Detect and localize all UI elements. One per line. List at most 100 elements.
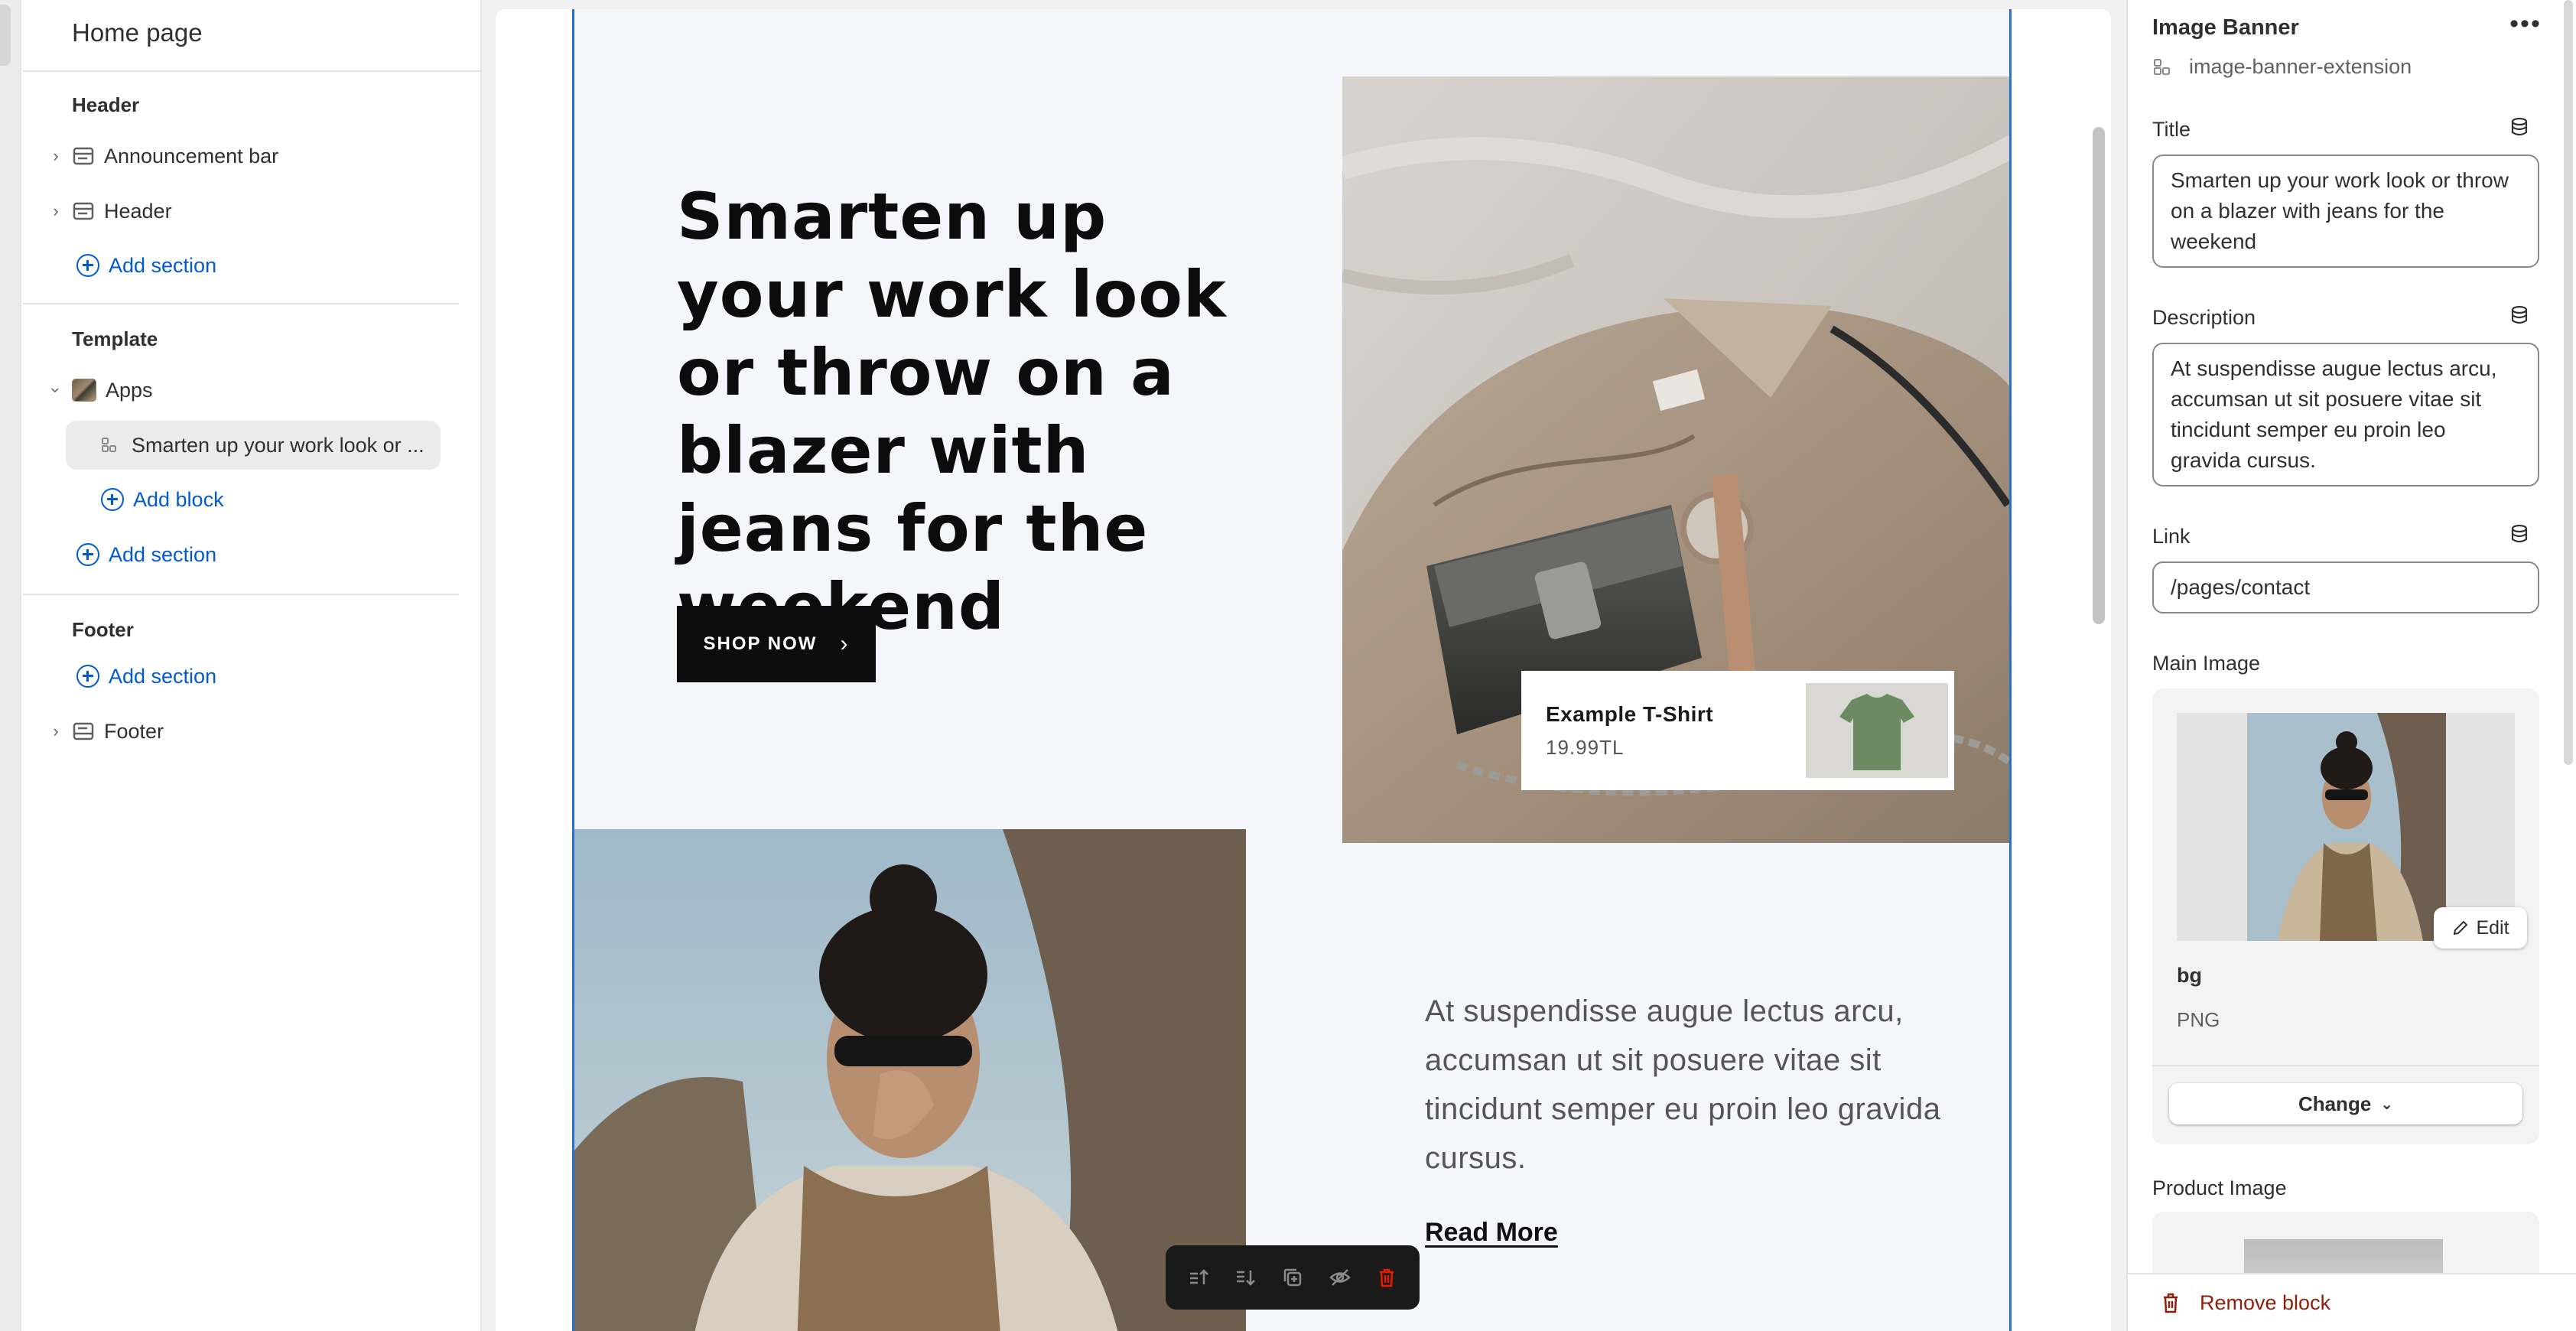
tshirt-image xyxy=(1806,683,1948,778)
chevron-down-icon[interactable]: › xyxy=(46,379,66,402)
woman-thumbnail xyxy=(2247,713,2446,941)
plus-circle-icon xyxy=(76,665,99,688)
image-banner-preview[interactable]: Smarten up your work look or throw on a … xyxy=(572,9,2012,1331)
add-block-label: Add block xyxy=(133,487,224,511)
divider xyxy=(23,70,482,72)
extension-name: image-banner-extension xyxy=(2189,55,2412,78)
chevron-down-icon: ⌄ xyxy=(2380,1095,2394,1113)
title-field[interactable]: Smarten up your work look or throw on a … xyxy=(2152,155,2539,268)
extension-row: image-banner-extension xyxy=(2152,55,2412,79)
product-price: 19.99TL xyxy=(1546,735,1625,759)
left-sidebar: Home page Header › Announcement bar › He… xyxy=(0,0,482,1331)
read-more-link[interactable]: Read More xyxy=(1425,1218,1558,1248)
edit-label: Edit xyxy=(2476,916,2509,939)
tree-item-footer[interactable]: › Footer xyxy=(44,710,164,753)
move-up-button[interactable] xyxy=(1179,1258,1218,1297)
move-down-button[interactable] xyxy=(1225,1258,1265,1297)
remove-block-button[interactable]: Remove block xyxy=(2160,1291,2330,1315)
tree-item-announcement-bar[interactable]: › Announcement bar xyxy=(44,135,278,177)
add-section-label: Add section xyxy=(109,664,217,688)
app-thumbnail-icon xyxy=(72,379,96,402)
section-icon xyxy=(72,201,95,221)
divider xyxy=(2152,1065,2539,1066)
divider xyxy=(23,594,459,595)
chevron-right-icon[interactable]: › xyxy=(44,146,67,166)
image-thumbnail xyxy=(2247,713,2446,941)
more-actions-icon[interactable]: ••• xyxy=(2504,11,2547,43)
group-title-header: Header xyxy=(72,93,140,116)
hero-title[interactable]: Smarten up your work look or throw on a … xyxy=(677,177,1258,646)
duplicate-button[interactable] xyxy=(1273,1258,1312,1297)
secondary-image[interactable] xyxy=(574,829,1246,1331)
dynamic-source-icon[interactable] xyxy=(2509,523,2530,545)
tree-item-apps[interactable]: › Apps xyxy=(44,369,153,412)
sidebar-rail xyxy=(0,0,21,1331)
block-toolbar xyxy=(1166,1245,1420,1310)
delete-icon xyxy=(1380,1268,1394,1287)
add-section-label: Add section xyxy=(109,542,217,566)
duplicate-icon xyxy=(1283,1268,1302,1287)
tree-item-label: Footer xyxy=(104,719,164,743)
chevron-right-icon: › xyxy=(840,631,850,656)
main-image-label: Main Image xyxy=(2152,652,2261,675)
trash-icon xyxy=(2164,1293,2178,1313)
pencil-icon xyxy=(2454,920,2468,936)
footer-section-icon xyxy=(72,721,95,741)
description-field-label: Description xyxy=(2152,306,2256,329)
add-section-header-button[interactable]: Add section xyxy=(76,247,216,284)
plus-circle-icon xyxy=(76,543,99,566)
woman-photo xyxy=(574,829,1246,1331)
sidebar-rail-tab[interactable] xyxy=(0,5,11,66)
description-field[interactable]: At suspendisse augue lectus arcu, accums… xyxy=(2152,343,2539,487)
tree-item-selected-block[interactable]: Smarten up your work look or ... xyxy=(66,421,441,470)
group-title-footer: Footer xyxy=(72,618,134,641)
tree-item-label: Announcement bar xyxy=(104,144,279,168)
product-image-label: Product Image xyxy=(2152,1176,2287,1199)
block-icon xyxy=(2154,58,2170,75)
product-info: Example T-Shirt 19.99TL xyxy=(1521,702,1806,760)
add-section-template-button[interactable]: Add section xyxy=(76,536,216,573)
chevron-right-icon[interactable]: › xyxy=(44,721,67,741)
move-up-icon xyxy=(1189,1269,1208,1284)
shop-now-button[interactable]: SHOP NOW › xyxy=(677,606,876,682)
section-icon xyxy=(72,146,95,166)
settings-panel: Image Banner ••• image-banner-extension … xyxy=(2126,0,2576,1331)
settings-scrollbar[interactable] xyxy=(2564,0,2573,765)
chevron-right-icon[interactable]: › xyxy=(44,201,67,221)
page-title[interactable]: Home page xyxy=(72,18,203,47)
add-block-button[interactable]: Add block xyxy=(101,481,224,518)
product-card[interactable]: Example T-Shirt 19.99TL xyxy=(1521,671,1954,790)
tree-item-label: Apps xyxy=(106,378,153,402)
product-thumbnail xyxy=(1806,683,1948,778)
canvas-scrollbar[interactable] xyxy=(2093,127,2105,624)
change-image-button[interactable]: Change ⌄ xyxy=(2169,1083,2522,1124)
hide-icon xyxy=(1329,1269,1351,1286)
dynamic-source-icon[interactable] xyxy=(2509,304,2530,326)
main-image-picker: Edit bg PNG Change ⌄ xyxy=(2152,688,2539,1144)
change-label: Change xyxy=(2298,1092,2372,1115)
image-filetype: PNG xyxy=(2177,1008,2220,1031)
link-field[interactable]: /pages/contact xyxy=(2152,561,2539,613)
edit-image-button[interactable]: Edit xyxy=(2434,907,2527,949)
group-title-template: Template xyxy=(72,327,158,350)
title-field-label: Title xyxy=(2152,118,2191,141)
shop-now-label: SHOP NOW xyxy=(703,633,818,654)
delete-button[interactable] xyxy=(1367,1258,1407,1297)
link-field-label: Link xyxy=(2152,525,2191,548)
remove-block-label: Remove block xyxy=(2200,1290,2331,1314)
settings-title: Image Banner xyxy=(2152,15,2299,40)
description-text[interactable]: At suspendisse augue lectus arcu, accums… xyxy=(1425,987,1991,1183)
add-section-label: Add section xyxy=(109,253,217,277)
hide-button[interactable] xyxy=(1320,1258,1360,1297)
block-icon xyxy=(102,438,116,452)
settings-footer: Remove block xyxy=(2128,1273,2576,1331)
main-image-preview[interactable]: Edit xyxy=(2177,713,2527,949)
tree-item-label: Smarten up your work look or ... xyxy=(132,433,424,457)
add-section-footer-button[interactable]: Add section xyxy=(76,658,216,695)
dynamic-source-icon[interactable] xyxy=(2509,116,2530,138)
divider xyxy=(23,303,459,304)
tree-item-label: Header xyxy=(104,199,172,223)
image-filename: bg xyxy=(2177,964,2202,987)
plus-circle-icon xyxy=(101,488,124,511)
tree-item-header[interactable]: › Header xyxy=(44,190,172,233)
